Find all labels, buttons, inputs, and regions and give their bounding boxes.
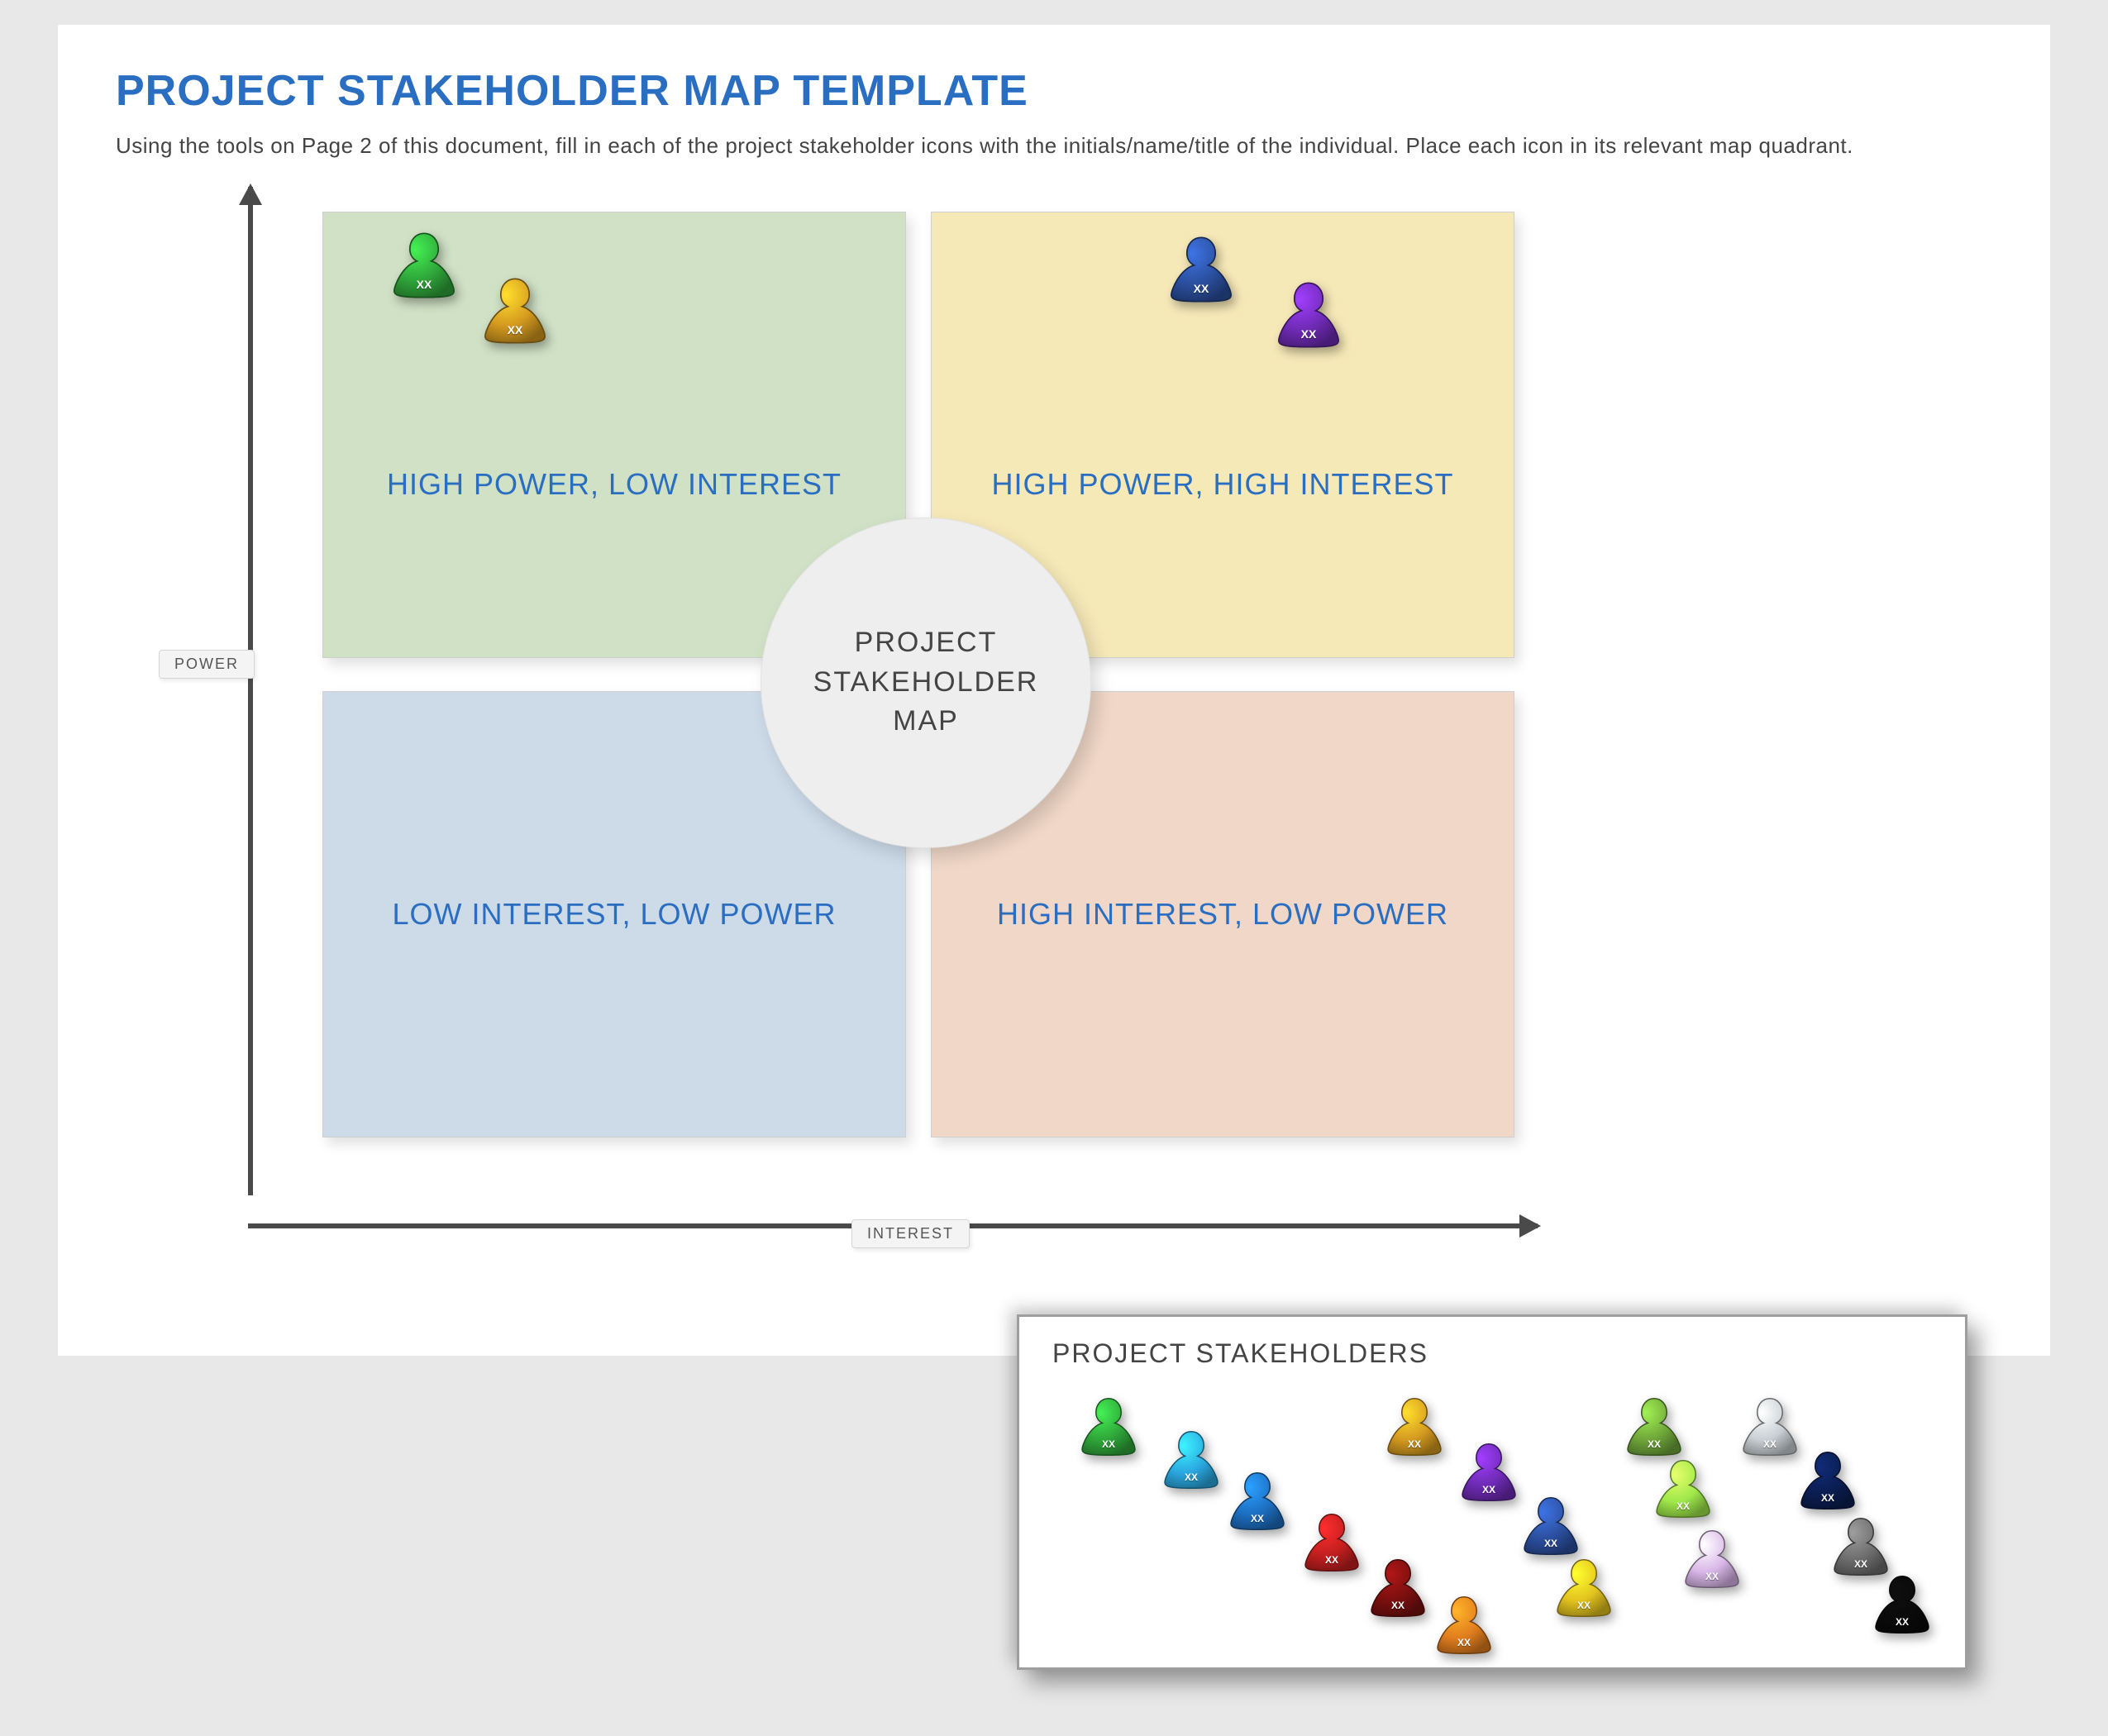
stakeholder-pawn-icon[interactable]: XX bbox=[1829, 1514, 1892, 1580]
pawn-label: XX bbox=[1166, 282, 1237, 295]
stakeholder-pawn-icon[interactable]: XX bbox=[479, 274, 551, 348]
stakeholder-pawn-icon[interactable]: XX bbox=[1166, 232, 1237, 307]
stakeholder-pawn-icon[interactable]: XX bbox=[1433, 1592, 1495, 1658]
stakeholder-palette-panel[interactable]: PROJECT STAKEHOLDERS XXXXXXXXXXXXXXXXXXX… bbox=[1017, 1314, 1967, 1670]
stakeholder-map-diagram: POWER INTEREST HIGH POWER, LOW INTEREST … bbox=[223, 187, 2042, 1295]
pawn-label: XX bbox=[1681, 1571, 1743, 1582]
palette-title: PROJECT STAKEHOLDERS bbox=[1052, 1338, 1932, 1369]
stakeholder-pawn-icon[interactable]: XX bbox=[1552, 1555, 1615, 1621]
stakeholder-pawn-icon[interactable]: XX bbox=[1383, 1394, 1446, 1460]
page-subtitle: Using the tools on Page 2 of this docume… bbox=[116, 131, 1976, 162]
stakeholder-pawn-icon[interactable]: XX bbox=[1871, 1571, 1934, 1638]
pawn-label: XX bbox=[1366, 1600, 1429, 1611]
stakeholder-pawn-icon[interactable]: XX bbox=[1077, 1394, 1140, 1460]
stakeholder-pawn-icon[interactable]: XX bbox=[1273, 278, 1344, 352]
pawn-label: XX bbox=[1738, 1438, 1801, 1450]
pawn-label: XX bbox=[1457, 1484, 1520, 1495]
pawn-label: XX bbox=[389, 278, 460, 291]
pawn-label: XX bbox=[1160, 1471, 1223, 1483]
quadrant-label: HIGH POWER, LOW INTEREST bbox=[362, 467, 866, 502]
pawn-label: XX bbox=[1300, 1554, 1363, 1566]
pawn-label: XX bbox=[1077, 1438, 1140, 1450]
stakeholder-pawn-icon[interactable]: XX bbox=[1623, 1394, 1686, 1460]
quadrant-label: LOW INTEREST, LOW POWER bbox=[367, 897, 861, 932]
palette-area[interactable]: XX XX XX XX XX XX XX XX XX XX XX XX XX XX XX XX XX bbox=[1052, 1377, 1932, 1658]
x-axis-label: INTEREST bbox=[851, 1219, 970, 1248]
pawn-label: XX bbox=[1652, 1500, 1715, 1512]
stakeholder-pawn-icon[interactable]: XX bbox=[1160, 1427, 1223, 1493]
stakeholder-pawn-icon[interactable]: XX bbox=[1796, 1447, 1859, 1514]
quadrant-label: HIGH INTEREST, LOW POWER bbox=[972, 897, 1473, 932]
pawn-label: XX bbox=[1519, 1538, 1582, 1549]
quadrant-label: HIGH POWER, HIGH INTEREST bbox=[966, 467, 1478, 502]
pawn-label: XX bbox=[1383, 1438, 1446, 1450]
pawn-label: XX bbox=[1796, 1492, 1859, 1504]
stakeholder-pawn-icon[interactable]: XX bbox=[1366, 1555, 1429, 1621]
pawn-label: XX bbox=[1623, 1438, 1686, 1450]
center-circle-label: PROJECT STAKEHOLDER MAP bbox=[761, 517, 1091, 848]
y-axis bbox=[248, 187, 253, 1195]
pawn-label: XX bbox=[1273, 327, 1344, 341]
pawn-label: XX bbox=[1871, 1616, 1934, 1628]
stakeholder-pawn-icon[interactable]: XX bbox=[1652, 1456, 1715, 1522]
pawn-label: XX bbox=[1226, 1513, 1289, 1524]
pawn-label: XX bbox=[1552, 1600, 1615, 1611]
stakeholder-pawn-icon[interactable]: XX bbox=[1738, 1394, 1801, 1460]
stakeholder-pawn-icon[interactable]: XX bbox=[1226, 1468, 1289, 1534]
stakeholder-pawn-icon[interactable]: XX bbox=[1457, 1439, 1520, 1505]
stakeholder-pawn-icon[interactable]: XX bbox=[1681, 1526, 1743, 1592]
pawn-label: XX bbox=[1829, 1558, 1892, 1570]
stakeholder-pawn-icon[interactable]: XX bbox=[1300, 1509, 1363, 1576]
pawn-label: XX bbox=[479, 323, 551, 336]
stakeholder-pawn-icon[interactable]: XX bbox=[1519, 1493, 1582, 1559]
pawn-label: XX bbox=[1433, 1637, 1495, 1648]
stakeholder-pawn-icon[interactable]: XX bbox=[389, 228, 460, 303]
y-axis-label: POWER bbox=[159, 650, 255, 679]
page-title: PROJECT STAKEHOLDER MAP TEMPLATE bbox=[116, 66, 1992, 116]
document-page: PROJECT STAKEHOLDER MAP TEMPLATE Using t… bbox=[58, 25, 2050, 1356]
